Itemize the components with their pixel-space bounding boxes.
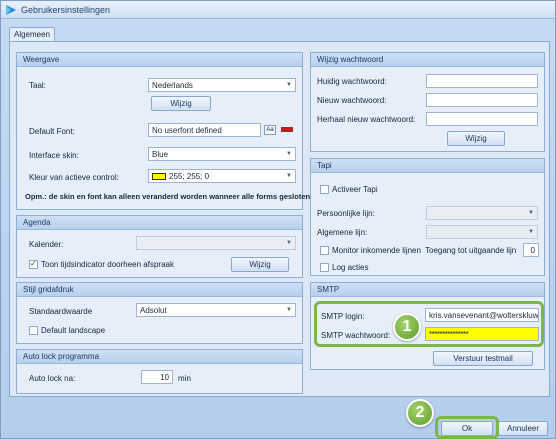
- log-acties-label: Log acties: [332, 263, 369, 272]
- verstuur-testmail-button[interactable]: Verstuur testmail: [433, 351, 533, 366]
- agenda-header: Agenda: [17, 216, 302, 230]
- wachtwoord-group: Wijzig wachtwoord Huidig wachtwoord: Nie…: [310, 52, 545, 152]
- annuleer-button[interactable]: Annuleer: [498, 421, 548, 436]
- skin-font-note: Opm.: de skin en font kan alleen verande…: [25, 192, 311, 201]
- agenda-group: Agenda Kalender: ▼ Toon tijdsindicator d…: [16, 215, 303, 278]
- tijdsindicator-label: Toon tijdsindicator doorheen afspraak: [41, 260, 174, 269]
- window-title: Gebruikersinstellingen: [21, 5, 111, 15]
- autolock-label: Auto lock na:: [29, 374, 76, 383]
- monitor-checkbox[interactable]: [320, 246, 329, 255]
- chevron-down-icon: ▼: [528, 229, 534, 235]
- chevron-down-icon: ▼: [286, 173, 292, 179]
- settings-window: Gebruikersinstellingen Algemeen Weergave…: [0, 0, 556, 439]
- autolock-input[interactable]: 10: [141, 370, 173, 384]
- huidig-wachtwoord-label: Huidig wachtwoord:: [317, 77, 387, 86]
- toegang-input[interactable]: 0: [523, 243, 539, 257]
- interface-skin-label: Interface skin:: [29, 151, 79, 160]
- autolock-header: Auto lock programma: [17, 350, 302, 364]
- wachtwoord-header: Wijzig wachtwoord: [311, 53, 544, 67]
- default-landscape-label: Default landscape: [41, 326, 106, 335]
- herhaal-wachtwoord-label: Herhaal nieuw wachtwoord:: [317, 115, 416, 124]
- chevron-down-icon: ▼: [286, 240, 292, 246]
- autolock-unit: min: [178, 374, 191, 383]
- persoonlijke-lijn-label: Persoonlijke lijn:: [317, 209, 375, 218]
- ok-highlight-ring: [435, 416, 499, 439]
- chevron-down-icon: ▼: [286, 151, 292, 157]
- smtp-highlight-ring: [314, 301, 544, 347]
- chevron-down-icon: ▼: [286, 307, 292, 313]
- algemene-lijn-select[interactable]: ▼: [426, 225, 538, 239]
- weergave-header: Weergave: [17, 53, 302, 67]
- kleur-label: Kleur van actieve control:: [29, 173, 119, 182]
- monitor-label: Monitor inkomende lijnen: [332, 246, 421, 255]
- color-swatch: [152, 173, 166, 181]
- chevron-down-icon: ▼: [528, 210, 534, 216]
- taal-select[interactable]: Nederlands ▼: [148, 78, 296, 92]
- interface-skin-select[interactable]: Blue ▼: [148, 147, 296, 161]
- tapi-header: Tapi: [311, 159, 544, 173]
- autolock-group: Auto lock programma Auto lock na: 10 min: [16, 349, 303, 394]
- wachtwoord-wijzig-button[interactable]: Wijzig: [447, 131, 505, 146]
- standaardwaarde-select[interactable]: Adsolut ▼: [136, 303, 296, 317]
- activeer-tapi-label: Activeer Tapi: [332, 185, 378, 194]
- chevron-down-icon: ▼: [286, 82, 292, 88]
- kleur-select[interactable]: 255; 255; 0 ▼: [148, 169, 296, 183]
- font-picker-icon[interactable]: Aa: [264, 125, 276, 135]
- herhaal-wachtwoord-input[interactable]: [426, 112, 538, 126]
- algemene-lijn-label: Algemene lijn:: [317, 228, 368, 237]
- agenda-wijzig-button[interactable]: Wijzig: [231, 257, 289, 272]
- kalender-select[interactable]: ▼: [136, 236, 296, 250]
- kalender-label: Kalender:: [29, 240, 64, 249]
- app-icon: [6, 5, 16, 15]
- persoonlijke-lijn-select[interactable]: ▼: [426, 206, 538, 220]
- log-acties-checkbox[interactable]: [320, 263, 329, 272]
- standaardwaarde-label: Standaardwaarde: [29, 307, 93, 316]
- default-font-label: Default Font:: [29, 127, 75, 136]
- nieuw-wachtwoord-input[interactable]: [426, 93, 538, 107]
- weergave-group: Weergave Taal: Nederlands ▼ Wijzig Defau…: [16, 52, 310, 210]
- callout-badge-2: 2: [406, 399, 434, 427]
- default-font-field[interactable]: No userfont defined: [148, 123, 261, 137]
- gridafdruk-group: Stijl gridafdruk Standaardwaarde Adsolut…: [16, 282, 303, 344]
- default-landscape-checkbox[interactable]: [29, 326, 38, 335]
- tijdsindicator-checkbox[interactable]: [29, 259, 38, 269]
- taal-wijzig-button[interactable]: Wijzig: [151, 96, 211, 111]
- callout-badge-1: 1: [393, 313, 421, 341]
- gridafdruk-header: Stijl gridafdruk: [17, 283, 302, 297]
- tapi-group: Tapi Activeer Tapi Persoonlijke lijn: ▼ …: [310, 158, 545, 276]
- huidig-wachtwoord-input[interactable]: [426, 74, 538, 88]
- font-color-swatch[interactable]: [281, 127, 293, 132]
- tab-algemeen[interactable]: Algemeen: [9, 27, 55, 42]
- nieuw-wachtwoord-label: Nieuw wachtwoord:: [317, 96, 387, 105]
- taal-label: Taal:: [29, 81, 46, 90]
- toegang-label: Toegang tot uitgaande lijn: [425, 246, 517, 255]
- title-bar: Gebruikersinstellingen: [1, 1, 555, 19]
- activeer-tapi-checkbox[interactable]: [320, 185, 329, 194]
- smtp-header: SMTP: [311, 283, 544, 297]
